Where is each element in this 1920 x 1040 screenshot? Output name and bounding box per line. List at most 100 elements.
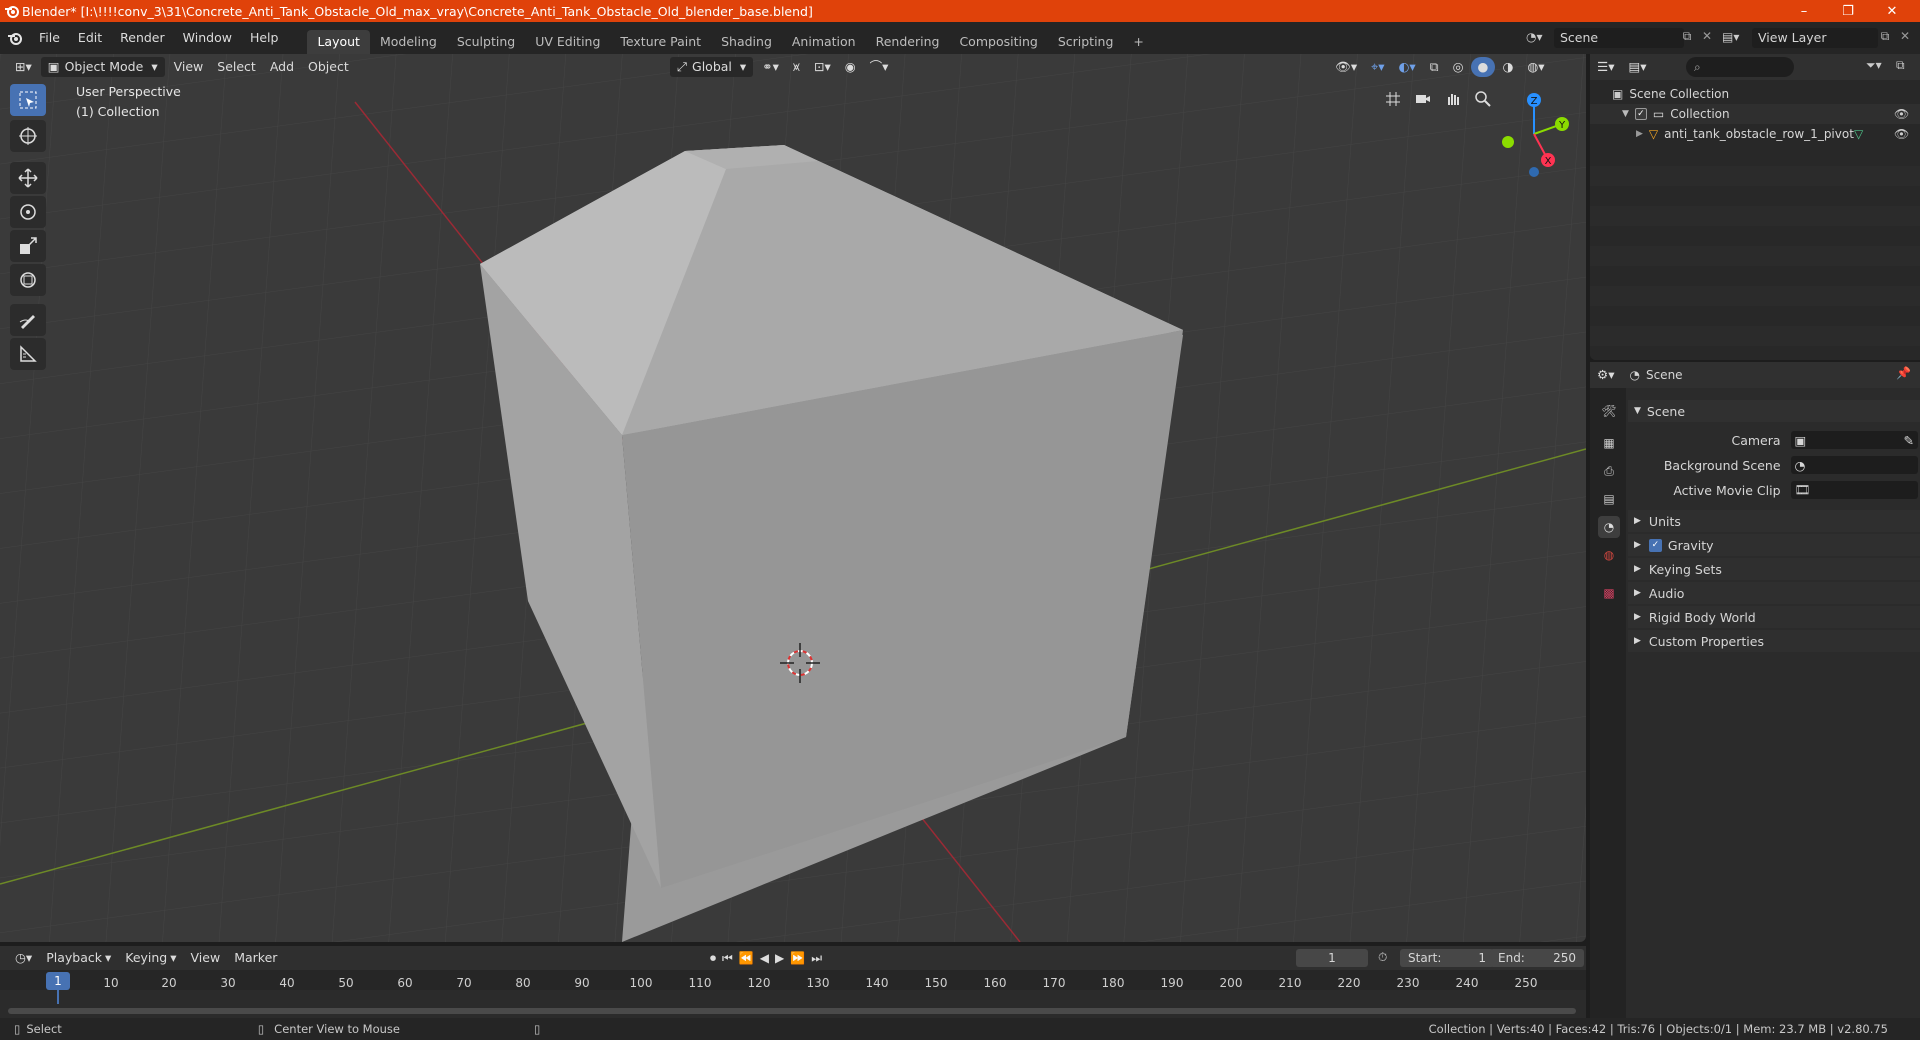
playback-menu[interactable]: Playback ▾ [39,948,118,968]
falloff-icon[interactable]: ⌒▾ [863,57,896,77]
new-collection-icon[interactable]: ⧉ [1896,58,1905,73]
current-frame-field[interactable]: 1 [1296,949,1368,967]
gravity-section[interactable]: ▶ ✓ Gravity [1628,534,1920,556]
outliner-search-input[interactable]: ⌕ [1686,57,1794,77]
units-section[interactable]: ▶ Units [1628,510,1920,532]
menu-help[interactable]: Help [241,22,288,54]
marker-menu[interactable]: Marker [227,948,284,968]
eye-icon[interactable]: 👁 [1894,127,1909,141]
orientation-selector[interactable]: ⤢ Global ▾ [670,57,754,77]
tab-shading[interactable]: Shading [711,30,782,54]
cursor-tool-icon[interactable] [10,120,46,152]
navigation-gizmo[interactable]: Z Y X [1486,86,1582,182]
menu-view[interactable]: View [167,57,211,77]
rendered-shading-icon[interactable]: ◍▾ [1520,57,1551,77]
eyedropper-icon[interactable]: ✎ [1904,433,1914,448]
outliner-row-collection[interactable]: ▼ ✓ ▭ Collection 👁 [1590,104,1920,124]
display-mode-icon[interactable]: ▤▾ [1621,57,1653,77]
outliner-row-object[interactable]: ▶ ▽ anti_tank_obstacle_row_1_pivot ▽ 👁 [1590,124,1920,144]
next-keyframe-icon[interactable]: ⏩ [790,951,805,965]
tab-uv-editing[interactable]: UV Editing [525,30,610,54]
texture-properties-tab-icon[interactable]: ▩ [1598,582,1620,604]
new-scene-icon[interactable]: ⧉ [1678,29,1696,47]
close-button[interactable]: ✕ [1870,0,1914,22]
playhead-frame-indicator[interactable]: 1 [46,972,70,990]
timeline-scrollbar[interactable] [8,1008,1576,1014]
jump-end-icon[interactable]: ⏭ [811,951,822,966]
editor-type-icon[interactable]: ⊞▾ [8,57,39,77]
gizmo-toggle-icon[interactable]: ⌖▾ [1364,57,1391,77]
blender-menu-icon[interactable] [0,30,30,46]
toggle-grid-icon[interactable] [1380,86,1406,112]
solid-shading-icon[interactable]: ● [1470,57,1496,77]
add-workspace-button[interactable]: + [1123,30,1153,54]
tab-compositing[interactable]: Compositing [949,30,1047,54]
camera-view-icon[interactable] [1410,86,1436,112]
rotate-tool-icon[interactable] [10,196,46,228]
tab-animation[interactable]: Animation [782,30,866,54]
play-reverse-icon[interactable]: ◀ [760,951,769,965]
tab-scripting[interactable]: Scripting [1048,30,1124,54]
transform-tool-icon[interactable] [10,264,46,296]
visibility-icon[interactable]: 👁▾ [1328,57,1364,77]
keying-sets-section[interactable]: ▶ Keying Sets [1628,558,1920,580]
menu-window[interactable]: Window [174,22,241,54]
view-layer-properties-tab-icon[interactable]: ▤ [1598,488,1620,510]
menu-render[interactable]: Render [111,22,174,54]
zoom-view-icon[interactable] [1470,86,1496,112]
annotate-tool-icon[interactable] [10,304,46,336]
proportional-edit-icon[interactable]: ◉ [838,57,863,77]
audio-section[interactable]: ▶ Audio [1628,582,1920,604]
maximize-button[interactable]: ❐ [1826,0,1870,22]
menu-add[interactable]: Add [263,57,301,77]
stopwatch-icon[interactable]: ⏱ [1378,950,1387,965]
jump-start-icon[interactable]: ⏮ [722,951,733,966]
active-movie-clip-field[interactable]: 🎞 [1790,481,1918,499]
tool-properties-tab-icon[interactable]: 🛠 [1598,400,1620,422]
tab-layout[interactable]: Layout [307,30,370,54]
pivot-point-icon[interactable]: ⚭▾ [755,57,786,77]
collection-checkbox[interactable]: ✓ [1634,108,1647,120]
scene-panel-header[interactable]: ▼ Scene [1628,400,1920,422]
render-properties-tab-icon[interactable]: ▦ [1598,432,1620,454]
scale-tool-icon[interactable] [10,230,46,262]
expand-arrow-icon[interactable]: ▶ [1636,129,1643,139]
delete-view-layer-icon[interactable]: ✕ [1896,29,1914,47]
scene-properties-tab-icon[interactable]: ◔ [1598,516,1620,538]
world-properties-tab-icon[interactable]: ◍ [1598,544,1620,566]
snap-target-icon[interactable]: ⊡▾ [807,57,838,77]
new-view-layer-icon[interactable]: ⧉ [1876,29,1894,47]
overlay-toggle-icon[interactable]: ◐▾ [1391,57,1422,77]
view-layer-icon[interactable]: ▤▾ [1722,30,1746,46]
rigid-body-world-section[interactable]: ▶ Rigid Body World [1628,606,1920,628]
scene-icon[interactable]: ◔▾ [1526,30,1550,46]
filter-icon[interactable]: ⏷▾ [1866,58,1882,73]
play-icon[interactable]: ▶ [775,951,784,965]
scene-selector[interactable]: Scene [1554,28,1684,48]
outliner-editor-type-icon[interactable]: ☰▾ [1590,57,1621,77]
timeline-view-menu[interactable]: View [184,948,228,968]
camera-field[interactable]: ▣ ✎ [1790,431,1918,449]
tab-texture-paint[interactable]: Texture Paint [610,30,711,54]
properties-editor-type-icon[interactable]: ⚙▾ [1590,365,1621,385]
outliner-row-scene-collection[interactable]: ▣ Scene Collection [1590,84,1920,104]
menu-file[interactable]: File [30,22,69,54]
prev-keyframe-icon[interactable]: ⏪ [739,951,754,965]
3d-viewport[interactable]: ⊞▾ ▣ Object Mode ▾ View Select Add Object … [0,54,1586,942]
end-frame-field[interactable]: End: 250 [1490,949,1584,967]
minimize-button[interactable]: – [1782,0,1826,22]
expand-arrow-icon[interactable]: ▼ [1622,109,1629,119]
timeline-editor-type-icon[interactable]: ◷▾ [8,948,39,968]
pin-icon[interactable]: 📌 [1896,366,1911,380]
gravity-checkbox[interactable]: ✓ [1648,538,1662,552]
start-frame-field[interactable]: Start: 1 [1400,949,1494,967]
background-scene-field[interactable]: ◔ [1790,456,1918,474]
material-shading-icon[interactable]: ◑ [1495,57,1520,77]
tab-sculpting[interactable]: Sculpting [447,30,525,54]
record-icon[interactable]: ⏺ [710,951,716,966]
wireframe-shading-icon[interactable]: ◎ [1446,57,1471,77]
menu-edit[interactable]: Edit [69,22,111,54]
move-tool-icon[interactable] [10,162,46,194]
snap-icon[interactable]: ⩙ [786,57,807,77]
tab-rendering[interactable]: Rendering [866,30,950,54]
